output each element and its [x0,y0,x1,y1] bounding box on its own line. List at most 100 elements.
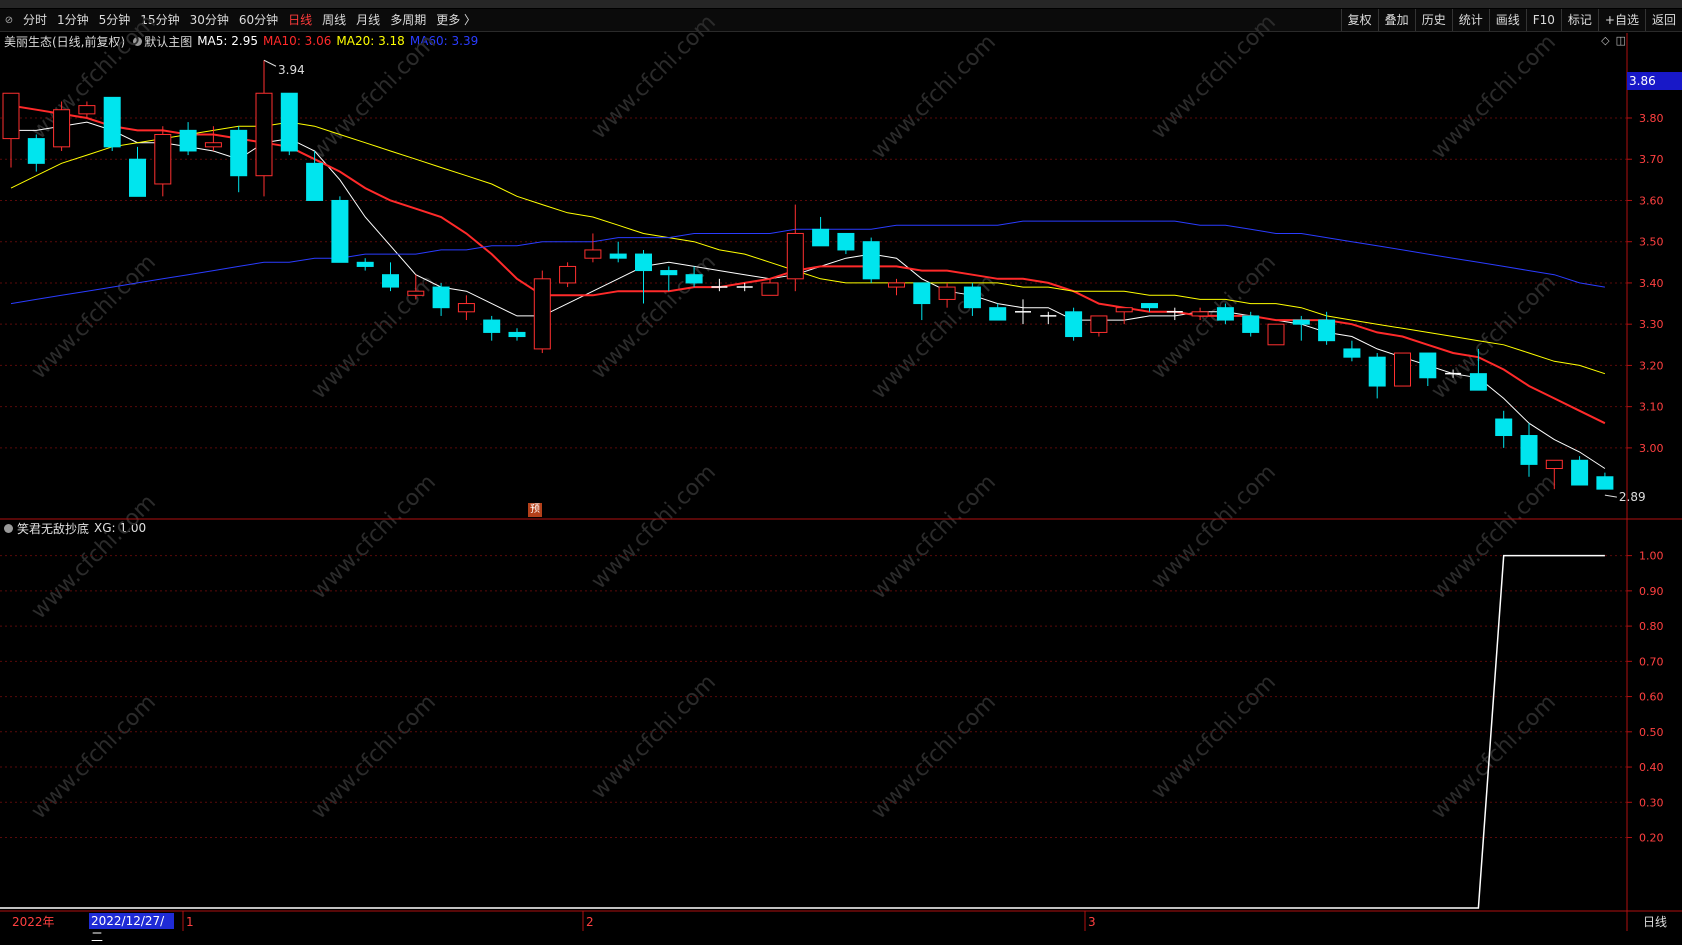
candle-body [559,265,577,284]
watermark-text: www.cfchi.com [587,670,721,804]
candle [1216,303,1234,325]
candle [1520,423,1538,477]
period-tabs: ⊘ 分时 1分钟 5分钟 15分钟 30分钟 60分钟 日线 周线 月线 多周期 更多 〉 [0,9,481,31]
candle-body [584,249,602,259]
period-tab[interactable]: 1分钟 [52,9,94,31]
candle-body [913,282,931,305]
period-tab[interactable]: 多周期 [385,9,431,31]
panel-layout-icon[interactable]: ◫ [1616,34,1626,47]
watermark-text: www.cfchi.com [307,690,441,824]
stock-title[interactable]: 美丽生态(日线,前复权) [4,33,125,50]
candle [1596,472,1614,490]
candle [1318,311,1336,345]
period-tab[interactable]: 分时 [18,9,52,31]
y-tick-label: 0.70 [1639,655,1664,668]
candle [761,278,779,296]
period-tab[interactable]: 周线 [317,9,351,31]
watermark-text: www.cfchi.com [867,690,1001,824]
app-menu-bar [0,0,1682,8]
candle [27,134,45,172]
candle-body [1545,459,1563,470]
y-tick-label: 0.60 [1639,691,1664,704]
tool-button[interactable]: 统计 [1451,9,1489,31]
watermark-text: www.cfchi.com [1427,270,1561,404]
candle-body [1216,307,1234,321]
forecast-tag[interactable]: 预 [528,503,542,517]
candle [938,282,956,308]
candle-body [129,158,146,197]
period-label: 日线 [1643,915,1667,929]
candle-body [609,253,627,259]
watermark-text: www.cfchi.com [307,270,441,404]
candle [584,233,602,263]
candle [711,278,728,292]
candle [1141,303,1158,312]
indicator-name[interactable]: 笑君无敌抄底 [17,520,89,537]
diamond-icon[interactable]: ◇ [1601,34,1609,47]
candle [204,126,222,151]
watermark-text: www.cfchi.com [1427,470,1561,604]
tool-button[interactable]: 返回 [1644,9,1682,31]
ma-legend-item: MA60: 3.39 [409,34,479,48]
ma-lines [10,104,1606,469]
period-tab[interactable]: 60分钟 [234,9,283,31]
main-chart-info: 美丽生态(日线,前复权) 默认主图 MA5: 2.95 MA10: 3.06 MA2… [0,33,478,49]
y-tick-label: 0.30 [1639,796,1664,809]
period-tab[interactable]: 30分钟 [185,9,234,31]
indicator-dropdown-icon[interactable] [4,523,13,533]
candle-body [103,96,121,148]
watermark-text: www.cfchi.com [307,30,441,164]
candle-body [812,228,830,247]
candle-body [1419,352,1437,379]
chart-tool-buttons: 复权 叠加 历史 统计 画线 F10 标记 +自选 返回 [1340,9,1682,31]
tool-button[interactable]: +自选 [1597,9,1645,31]
tool-button[interactable]: 复权 [1340,9,1378,31]
tool-button[interactable]: 叠加 [1377,9,1415,31]
watermark-text: www.cfchi.com [1147,460,1281,594]
sidebar-toggle-icon[interactable]: ⊘ [0,15,18,26]
candle [685,266,703,288]
template-name[interactable]: 默认主图 [144,33,192,50]
candle [533,270,551,354]
candle [736,282,753,292]
tool-button[interactable]: 画线 [1488,9,1526,31]
watermark-text: www.cfchi.com [27,490,161,624]
candle-body [407,290,425,296]
candle [129,146,146,197]
kline-chart[interactable]: www.cfchi.com www.cfchi.com www.cfchi.com w… [0,0,1682,931]
candle [483,315,501,341]
indicator-value: XG: 1.00 [94,521,147,535]
tool-button[interactable]: 标记 [1560,9,1598,31]
candle [255,60,273,197]
candle-body [27,138,45,164]
grid-lines [0,117,1627,839]
candle-body [1242,315,1260,333]
candle-body [508,331,526,338]
period-tab[interactable]: 15分钟 [135,9,184,31]
candle-body [255,92,273,177]
y-tick-label: 0.20 [1639,832,1664,845]
candle [1419,352,1437,387]
candle [812,216,830,247]
candle-body [2,92,20,140]
candle [2,92,20,168]
y-tick-label: 3.10 [1639,401,1664,414]
candle-body [230,129,248,177]
period-tab[interactable]: 更多 〉 [431,9,481,31]
ma-line-ma10 [10,104,1606,425]
period-tab[interactable]: 日线 [283,9,317,31]
candle-body [280,92,298,152]
period-tab[interactable]: 月线 [351,9,385,31]
candle-body [1065,311,1083,338]
candle [457,295,475,321]
candle [1065,307,1083,341]
tool-button[interactable]: 历史 [1414,9,1452,31]
candle-body [306,162,324,201]
candle [786,204,804,292]
template-dropdown-icon[interactable] [133,36,143,46]
watermark-text: www.cfchi.com [867,30,1001,164]
y-tick-label: 3.80 [1639,112,1664,125]
tool-button[interactable]: F10 [1525,9,1561,31]
period-tab[interactable]: 5分钟 [94,9,136,31]
candle [331,196,349,263]
